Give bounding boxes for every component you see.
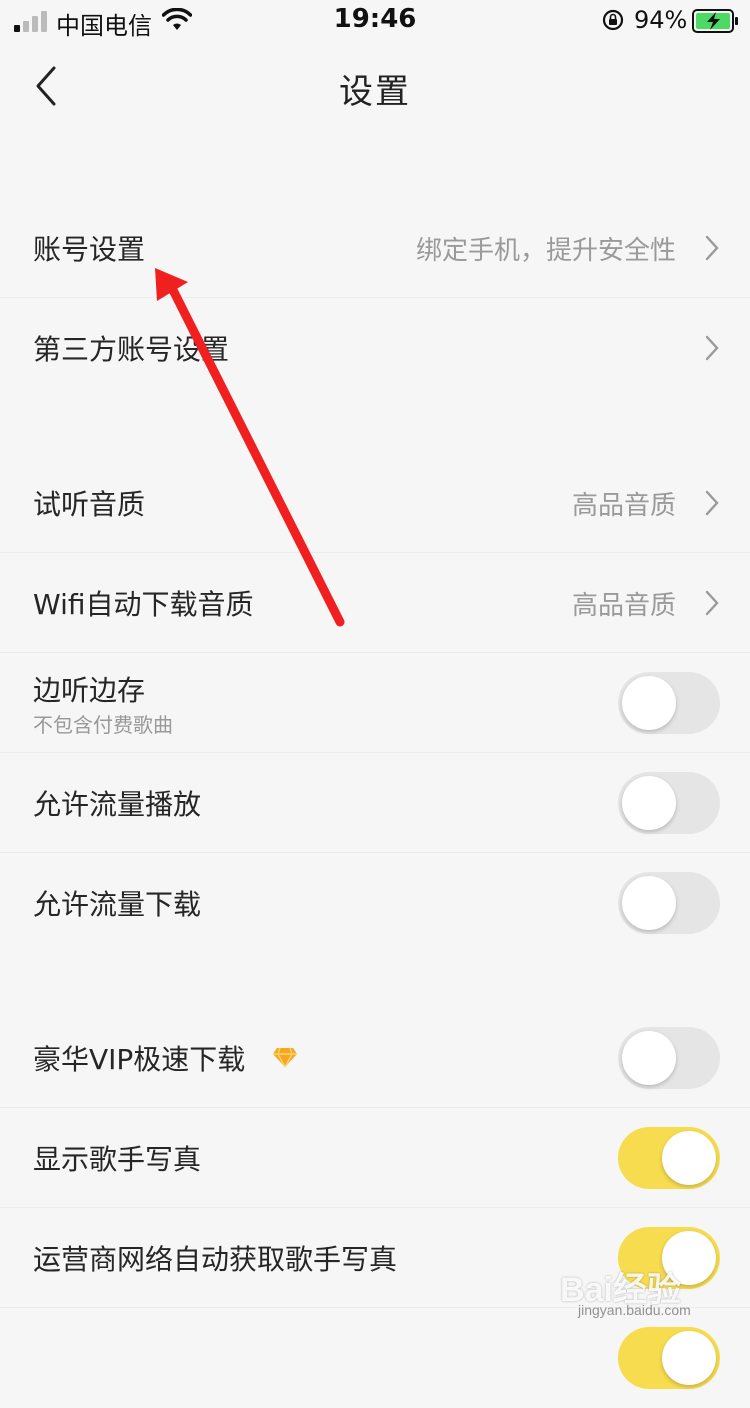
account-settings-row[interactable]: 账号设置 绑定手机，提升安全性 (0, 198, 750, 298)
vip-fast-download-toggle[interactable] (618, 1027, 720, 1089)
listen-and-save-row: 边听边存 不包含付费歌曲 (0, 653, 750, 753)
allow-cellular-playback-toggle[interactable] (618, 772, 720, 834)
row-label: 豪华VIP极速下载 (33, 1043, 246, 1076)
show-artist-photos-row: 显示歌手写真 (0, 1108, 750, 1208)
preview-quality-row[interactable]: 试听音质 高品音质 (0, 453, 750, 553)
vip-fast-download-row: 豪华VIP极速下载 (0, 1008, 750, 1108)
vip-diamond-icon (273, 1047, 297, 1068)
toggle-knob (662, 1231, 716, 1285)
chevron-right-icon (705, 490, 719, 516)
row-label: Wifi自动下载音质 (33, 588, 254, 621)
status-bar: 中国电信 19:46 94% (0, 0, 750, 44)
rotation-lock-icon (602, 9, 624, 31)
chevron-right-icon (705, 590, 719, 616)
chevron-right-icon (705, 235, 719, 261)
row-sublabel: 不包含付费歌曲 (33, 713, 173, 737)
row-label: 账号设置 (33, 233, 146, 266)
show-artist-photos-toggle[interactable] (618, 1127, 720, 1189)
third-party-account-row[interactable]: 第三方账号设置 (0, 298, 750, 398)
row-label: 显示歌手写真 (33, 1143, 202, 1176)
row-label: 允许流量播放 (33, 788, 202, 821)
row-value: 绑定手机，提升安全性 (415, 236, 676, 266)
row-value: 高品音质 (571, 591, 676, 621)
page-title: 设置 (339, 72, 411, 112)
nav-bar: 设置 (0, 44, 750, 128)
allow-cellular-download-toggle[interactable] (618, 872, 720, 934)
row-value: 高品音质 (571, 491, 676, 521)
allow-cellular-playback-row: 允许流量播放 (0, 753, 750, 853)
row-label: 边听边存 (33, 674, 146, 707)
carrier-network-artist-photos-row: 运营商网络自动获取歌手写真 (0, 1208, 750, 1308)
wifi-download-quality-row[interactable]: Wifi自动下载音质 高品音质 (0, 553, 750, 653)
battery-charging-icon (692, 9, 738, 33)
toggle-knob (662, 1331, 716, 1385)
next-row-toggle[interactable] (618, 1327, 720, 1389)
carrier-network-artist-photos-toggle[interactable] (618, 1227, 720, 1289)
chevron-right-icon (705, 335, 719, 361)
toggle-knob (622, 1031, 676, 1085)
row-label: 试听音质 (33, 488, 146, 521)
toggle-knob (622, 776, 676, 830)
battery-percent: 94% (634, 6, 688, 34)
allow-cellular-download-row: 允许流量下载 (0, 853, 750, 953)
row-label: 允许流量下载 (33, 888, 202, 921)
row-label: 第三方账号设置 (33, 333, 230, 366)
listen-and-save-toggle[interactable] (618, 672, 720, 734)
toggle-knob (662, 1131, 716, 1185)
next-row-partial (0, 1308, 750, 1408)
row-label: 运营商网络自动获取歌手写真 (33, 1243, 398, 1276)
toggle-knob (622, 876, 676, 930)
toggle-knob (622, 676, 676, 730)
